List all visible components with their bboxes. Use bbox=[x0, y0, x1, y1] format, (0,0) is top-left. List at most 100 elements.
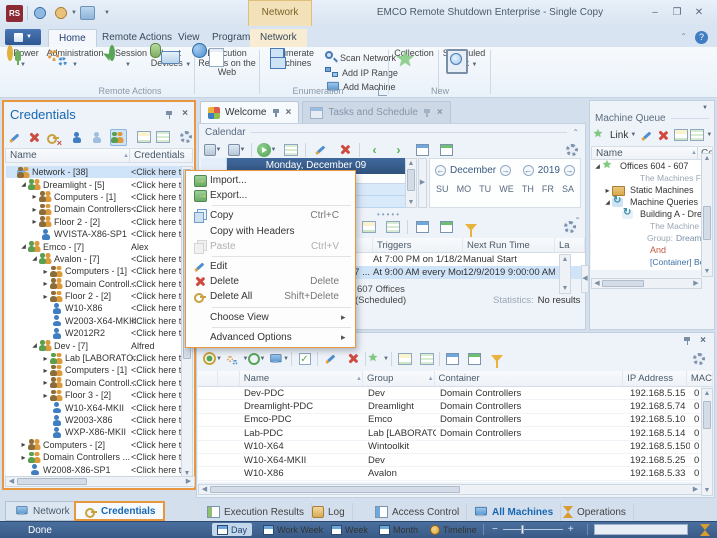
tree-expander-icon[interactable] bbox=[41, 366, 50, 375]
view-work-week-button[interactable]: Work Week bbox=[258, 523, 328, 536]
tree-node-credential[interactable]: <Click here to bbox=[131, 415, 184, 425]
close-tab-icon[interactable]: × bbox=[286, 108, 292, 118]
tree-node-credential[interactable]: <Click here t bbox=[131, 328, 184, 338]
column-header-triggers[interactable]: Triggers bbox=[373, 238, 463, 252]
year-label[interactable]: 2019 bbox=[538, 165, 560, 176]
credential-tree-row[interactable]: W2003-X64-MKIII <Click here t bbox=[6, 315, 184, 327]
delete-task-button[interactable] bbox=[335, 141, 354, 158]
machine-row[interactable]: W10-X86 Avalon 192.168.5.33 0 bbox=[198, 467, 701, 480]
tree-expander-icon[interactable] bbox=[30, 255, 39, 262]
tree-node-credential[interactable]: <Click here t bbox=[131, 291, 184, 301]
tree-expander-icon[interactable] bbox=[41, 354, 50, 363]
favorites-button[interactable]: ▼ bbox=[369, 350, 388, 367]
credential-tree-row[interactable]: Floor 3 - [2] <Click here to bbox=[6, 389, 184, 401]
view-compact-button[interactable] bbox=[137, 129, 151, 146]
machine-row[interactable]: Lab-PDC Lab [LABORATO... Domain Controll… bbox=[198, 427, 701, 440]
tree-expander-icon[interactable] bbox=[19, 453, 28, 462]
quick-access-screen-icon[interactable] bbox=[80, 6, 95, 20]
tree-expander-icon[interactable] bbox=[19, 243, 28, 250]
tree-expander-icon[interactable] bbox=[30, 205, 39, 214]
credential-tree-row[interactable]: Domain Controll... <Click here to bbox=[6, 377, 184, 389]
scan-network-button[interactable]: Scan Network bbox=[325, 51, 396, 64]
column-header-name[interactable]: Name▲ bbox=[592, 147, 698, 159]
panel-menu-icon[interactable]: ▼ bbox=[702, 105, 708, 111]
close-panel-icon[interactable]: × bbox=[700, 336, 706, 346]
tree-expander-icon[interactable] bbox=[41, 391, 50, 400]
tree-expander-icon[interactable] bbox=[41, 267, 50, 276]
close-button[interactable]: ✕ bbox=[689, 6, 709, 21]
pin-icon[interactable] bbox=[272, 108, 281, 117]
toolbar-overflow-icon[interactable]: ▼ bbox=[706, 132, 712, 138]
column-header-last-run[interactable]: La bbox=[555, 238, 585, 252]
session-button[interactable]: Session▼ bbox=[108, 49, 148, 70]
tree-expander-icon[interactable] bbox=[603, 186, 612, 195]
machines-cal1-button[interactable] bbox=[443, 350, 462, 367]
maximize-button[interactable]: ❐ bbox=[667, 6, 687, 21]
task-list-button[interactable] bbox=[281, 141, 300, 158]
machines-view1-button[interactable] bbox=[395, 350, 414, 367]
tree-node-credential[interactable]: <Click here to bbox=[131, 365, 184, 375]
tree-expander-icon[interactable] bbox=[41, 279, 50, 288]
tasks-vscrollbar[interactable]: ▲ ▼ bbox=[559, 254, 571, 294]
power-button[interactable]: Power▼ bbox=[4, 49, 42, 70]
queue-tree-row[interactable]: Static Machines bbox=[591, 184, 701, 196]
credential-tree-row[interactable]: W2008-X86-SP1 <Click here to bbox=[6, 463, 184, 475]
link-button[interactable]: Link▼ bbox=[593, 129, 636, 141]
credential-tree-row[interactable]: Dreamlight - [5] <Click here t bbox=[6, 178, 184, 190]
pin-icon[interactable] bbox=[683, 336, 692, 345]
collection-button[interactable]: ★ Collection bbox=[392, 49, 436, 59]
zoom-slider-thumb[interactable] bbox=[521, 525, 524, 534]
credential-tree-row[interactable]: Floor 2 - [2] <Click here t bbox=[6, 216, 184, 228]
edit-machine-button[interactable] bbox=[321, 350, 340, 367]
tab-operations[interactable]: Operations bbox=[556, 503, 634, 521]
tasks-cal2-button[interactable] bbox=[437, 219, 456, 236]
execution-results-web-button[interactable]: Execution Results on the Web bbox=[197, 49, 257, 78]
tree-node-credential[interactable]: <Click here t bbox=[131, 266, 184, 276]
credential-tree-row[interactable]: Floor 2 - [2] <Click here t bbox=[6, 290, 184, 302]
prev-day-button[interactable]: ‹ bbox=[365, 141, 384, 158]
quick-access-globe-icon[interactable] bbox=[33, 6, 48, 20]
view-month-button[interactable]: Month bbox=[374, 523, 423, 536]
tab-all-machines[interactable]: All Machines bbox=[466, 503, 561, 521]
column-header-container[interactable]: Container bbox=[435, 371, 624, 386]
enumerate-machines-button[interactable]: Enumerate Machines bbox=[263, 49, 321, 68]
run-task-button[interactable]: ▼ bbox=[257, 141, 276, 158]
tree-node-credential[interactable]: Alex bbox=[131, 242, 184, 252]
tree-expander-icon[interactable] bbox=[19, 181, 28, 188]
view-user-button[interactable] bbox=[70, 129, 85, 146]
new-task-button[interactable]: ▼ bbox=[203, 141, 222, 158]
credential-tree-row[interactable]: W2003-X86 <Click here to bbox=[6, 414, 184, 426]
calendar-settings-button[interactable] bbox=[562, 141, 581, 158]
tab-network-panel[interactable]: Network bbox=[5, 501, 79, 521]
prev-year-icon[interactable]: ← bbox=[523, 165, 534, 176]
tree-node-credential[interactable]: <Click here to bbox=[131, 452, 184, 462]
queue-hscrollbar[interactable]: ◀ ▶ bbox=[591, 278, 702, 289]
context-menu-item[interactable]: Choose View bbox=[186, 310, 355, 325]
credential-tree-row[interactable]: Computers - [1] <Click here t bbox=[6, 191, 184, 203]
machines-vscrollbar[interactable]: ▲ ▼ bbox=[701, 388, 713, 496]
column-header-group[interactable]: Group▲ bbox=[363, 371, 435, 386]
tab-credentials-panel[interactable]: Credentials bbox=[74, 501, 165, 521]
context-menu-item[interactable]: Edit bbox=[186, 259, 355, 274]
next-month-icon[interactable]: → bbox=[500, 165, 511, 176]
check-button[interactable]: ✓ bbox=[295, 350, 314, 367]
credential-tree-row[interactable]: WXP-X86-MKII <Click here to bbox=[6, 426, 184, 438]
context-menu-item[interactable]: Delete Delete bbox=[186, 274, 355, 289]
context-menu-item[interactable]: Paste Ctrl+V bbox=[186, 239, 355, 254]
tasks-view2-button[interactable] bbox=[383, 219, 402, 236]
credentials-hscrollbar[interactable]: ◀ ▶ bbox=[5, 476, 195, 487]
column-header-mac[interactable]: MAC bbox=[687, 371, 713, 386]
credential-tree-row[interactable]: Computers - [2] <Click here to bbox=[6, 439, 184, 451]
tree-node-credential[interactable]: <Click here t bbox=[131, 316, 184, 326]
tree-node-credential[interactable]: <Click here t bbox=[131, 192, 184, 202]
delete-all-credentials-button[interactable]: × bbox=[46, 129, 60, 146]
dropdown-arrow-icon[interactable]: ▼ bbox=[71, 10, 77, 16]
column-header-name[interactable]: Name▲ bbox=[6, 149, 130, 162]
machine-row[interactable]: Emco-PDC Emco Domain Controllers 192.168… bbox=[198, 414, 701, 427]
edit-credential-button[interactable] bbox=[8, 129, 22, 146]
credential-tree-row[interactable]: W10-X64-MKII <Click here to bbox=[6, 401, 184, 413]
minimize-button[interactable]: – bbox=[645, 6, 665, 21]
credential-tree-row[interactable]: WVISTA-X86-SP1 <Click here t bbox=[6, 228, 184, 240]
credentials-settings-button[interactable] bbox=[180, 129, 192, 146]
collapse-calendar-icon[interactable]: ⌃ bbox=[572, 128, 579, 137]
